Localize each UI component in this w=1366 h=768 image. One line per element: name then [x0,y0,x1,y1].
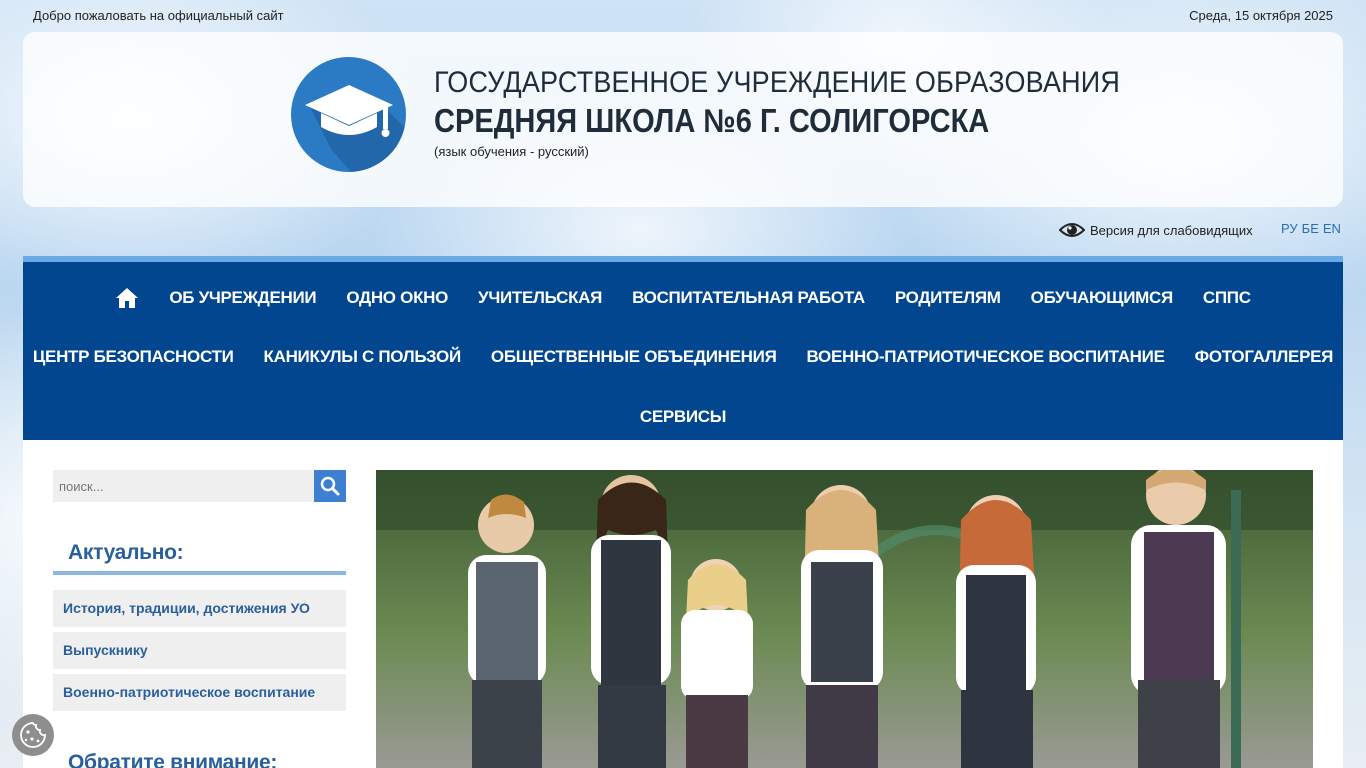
nav-item-services[interactable]: Сервисы [625,407,741,427]
list-item[interactable]: Военно-патриотическое воспитание [53,674,346,711]
current-date: Среда, 15 октября 2025 [1189,8,1333,23]
nav-item-associations[interactable]: Общественные объединения [476,347,792,367]
nav-item-patriotic[interactable]: Военно-патриотическое воспитание [792,347,1180,367]
nav-item-about[interactable]: Об учреждении [154,288,331,308]
nav-row-1: Об учреждении Одно окно Учительская Восп… [23,280,1343,316]
lang-en[interactable]: EN [1323,221,1341,236]
nav-item-gallery[interactable]: Фотогаллерея [1180,347,1348,367]
nav-item-one-window[interactable]: Одно окно [331,288,463,308]
search-icon [320,476,340,496]
nav-row-2: Центр безопасности Каникулы с пользой Об… [23,339,1343,375]
actual-heading: Актуально: [53,541,346,575]
nav-row-3: Сервисы [23,399,1343,435]
search-button[interactable] [314,470,346,502]
eye-icon [1059,223,1085,237]
nav-item-spps[interactable]: СППС [1188,288,1266,308]
cookie-icon [20,722,46,748]
home-icon[interactable] [100,287,154,309]
utility-row: Версия для слабовидящих РУ БЕ EN [0,218,1366,244]
actual-list: История, традиции, достижения УО Выпускн… [53,590,346,716]
top-bar: Добро пожаловать на официальный сайт Сре… [0,0,1366,32]
lang-ru[interactable]: РУ [1281,221,1298,236]
hero-photo [376,470,1313,768]
attention-heading: Обратите внимание: [68,751,278,768]
content-area: Актуально: История, традиции, достижения… [23,440,1343,768]
school-name: СРЕДНЯЯ ШКОЛА №6 Г. СОЛИГОРСКА [434,102,990,139]
nav-item-students[interactable]: Обучающимся [1016,288,1188,308]
nav-item-teachers[interactable]: Учительская [463,288,617,308]
nav-item-safety-center[interactable]: Центр безопасности [18,347,249,367]
graduation-cap-icon[interactable] [291,57,406,172]
nav-item-education-work[interactable]: Воспитательная работа [617,288,880,308]
nav-item-holidays[interactable]: Каникулы с пользой [249,347,476,367]
cookie-settings-button[interactable] [12,714,54,756]
nav-item-parents[interactable]: Родителям [880,288,1016,308]
list-item[interactable]: История, традиции, достижения УО [53,590,346,627]
language-switcher: РУ БЕ EN [1281,221,1345,236]
low-vision-button[interactable]: Версия для слабовидящих [1059,220,1253,240]
institution-type: ГОСУДАРСТВЕННОЕ УЧРЕЖДЕНИЕ ОБРАЗОВАНИЯ [434,66,1121,99]
search-box [53,470,346,502]
main-nav: Об учреждении Одно окно Учительская Восп… [23,256,1343,440]
low-vision-label: Версия для слабовидящих [1090,222,1253,238]
list-item[interactable]: Выпускнику [53,632,346,669]
welcome-text: Добро пожаловать на официальный сайт [33,8,284,23]
search-input[interactable] [53,470,314,502]
language-note: (язык обучения - русский) [434,144,589,159]
lang-be[interactable]: БЕ [1302,221,1319,236]
site-title: ГОСУДАРСТВЕННОЕ УЧРЕЖДЕНИЕ ОБРАЗОВАНИЯ С… [434,66,1196,159]
